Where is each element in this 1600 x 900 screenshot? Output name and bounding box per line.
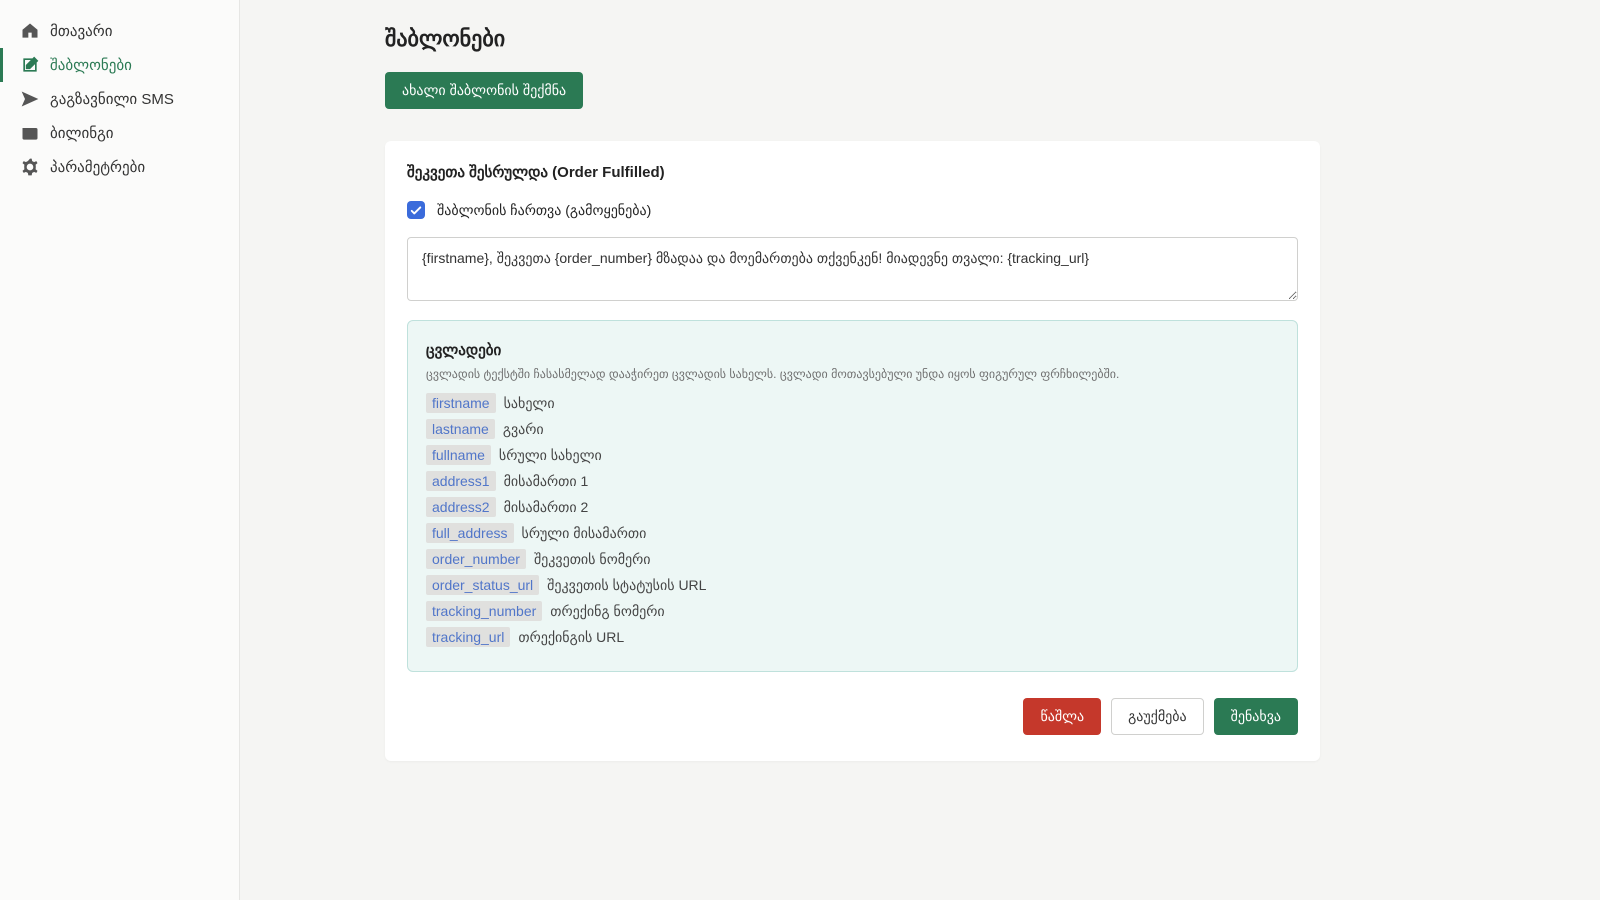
save-button[interactable]: შენახვა (1214, 698, 1298, 735)
variable-row: address1 მისამართი 1 (426, 471, 1279, 491)
delete-button[interactable]: წაშლა (1023, 698, 1101, 735)
nav-item-label: გაგზავნილი SMS (50, 90, 174, 108)
variable-desc: თრექინგის URL (518, 629, 624, 646)
template-body-textarea[interactable] (407, 237, 1298, 301)
edit-icon (20, 55, 40, 75)
variables-title: ცვლადები (426, 341, 1279, 359)
variable-desc: შეკვეთის ნომერი (534, 551, 651, 568)
template-card: შეკვეთა შესრულდა (Order Fulfilled) შაბლო… (385, 141, 1320, 761)
variable-row: order_status_url შეკვეთის სტატუსის URL (426, 575, 1279, 595)
variable-pill-fullname[interactable]: fullname (426, 445, 491, 465)
variables-hint: ცვლადის ტექსტში ჩასასმელად დააჭირეთ ცვლა… (426, 367, 1279, 381)
variable-desc: გვარი (503, 421, 544, 438)
sidebar: მთავარი შაბლონები გაგზავნილი SMS ბილინგი პარ… (0, 0, 240, 900)
template-title: შეკვეთა შესრულდა (Order Fulfilled) (407, 163, 1298, 181)
check-icon (410, 204, 422, 216)
gear-icon (20, 157, 40, 177)
variable-row: fullname სრული სახელი (426, 445, 1279, 465)
nav-item-edit[interactable]: შაბლონები (0, 48, 239, 82)
page-title: შაბლონები (385, 26, 1320, 52)
home-icon (20, 21, 40, 41)
variable-desc: სრული მისამართი (522, 525, 647, 542)
nav-item-label: პარამეტრები (50, 158, 145, 176)
variable-pill-order_status_url[interactable]: order_status_url (426, 575, 539, 595)
variable-row: tracking_url თრექინგის URL (426, 627, 1279, 647)
actions-row: წაშლა გაუქმება შენახვა (407, 698, 1298, 735)
variable-row: order_number შეკვეთის ნომერი (426, 549, 1279, 569)
nav-item-label: მთავარი (50, 22, 112, 40)
variable-row: full_address სრული მისამართი (426, 523, 1279, 543)
variables-panel: ცვლადები ცვლადის ტექსტში ჩასასმელად დააჭ… (407, 320, 1298, 672)
nav-item-home[interactable]: მთავარი (0, 14, 239, 48)
variable-row: firstname სახელი (426, 393, 1279, 413)
new-template-button[interactable]: ახალი შაბლონის შექმნა (385, 72, 583, 109)
nav-item-label: შაბლონები (50, 56, 132, 74)
wallet-icon (20, 123, 40, 143)
nav-item-send[interactable]: გაგზავნილი SMS (0, 82, 239, 116)
enable-template-checkbox[interactable] (407, 201, 425, 219)
enable-template-label: შაბლონის ჩართვა (გამოყენება) (437, 202, 651, 219)
variable-pill-address1[interactable]: address1 (426, 471, 496, 491)
variable-desc: თრექინგ ნომერი (550, 603, 664, 620)
send-icon (20, 89, 40, 109)
variable-desc: სრული სახელი (499, 447, 602, 464)
variable-desc: მისამართი 2 (504, 499, 589, 516)
variable-row: lastname გვარი (426, 419, 1279, 439)
variable-pill-tracking_number[interactable]: tracking_number (426, 601, 542, 621)
enable-template-row: შაბლონის ჩართვა (გამოყენება) (407, 201, 1298, 219)
cancel-button[interactable]: გაუქმება (1111, 698, 1204, 735)
variable-desc: შეკვეთის სტატუსის URL (547, 577, 706, 594)
variable-pill-full_address[interactable]: full_address (426, 523, 514, 543)
nav-item-gear[interactable]: პარამეტრები (0, 150, 239, 184)
variable-desc: მისამართი 1 (504, 473, 589, 490)
variable-row: address2 მისამართი 2 (426, 497, 1279, 517)
variable-pill-address2[interactable]: address2 (426, 497, 496, 517)
nav-item-label: ბილინგი (50, 124, 114, 142)
main-content: შაბლონები ახალი შაბლონის შექმნა შეკვეთა … (240, 0, 1600, 900)
variable-pill-lastname[interactable]: lastname (426, 419, 495, 439)
variable-row: tracking_number თრექინგ ნომერი (426, 601, 1279, 621)
nav-item-wallet[interactable]: ბილინგი (0, 116, 239, 150)
variable-pill-order_number[interactable]: order_number (426, 549, 526, 569)
variable-desc: სახელი (504, 395, 555, 412)
variable-pill-firstname[interactable]: firstname (426, 393, 496, 413)
variable-pill-tracking_url[interactable]: tracking_url (426, 627, 510, 647)
